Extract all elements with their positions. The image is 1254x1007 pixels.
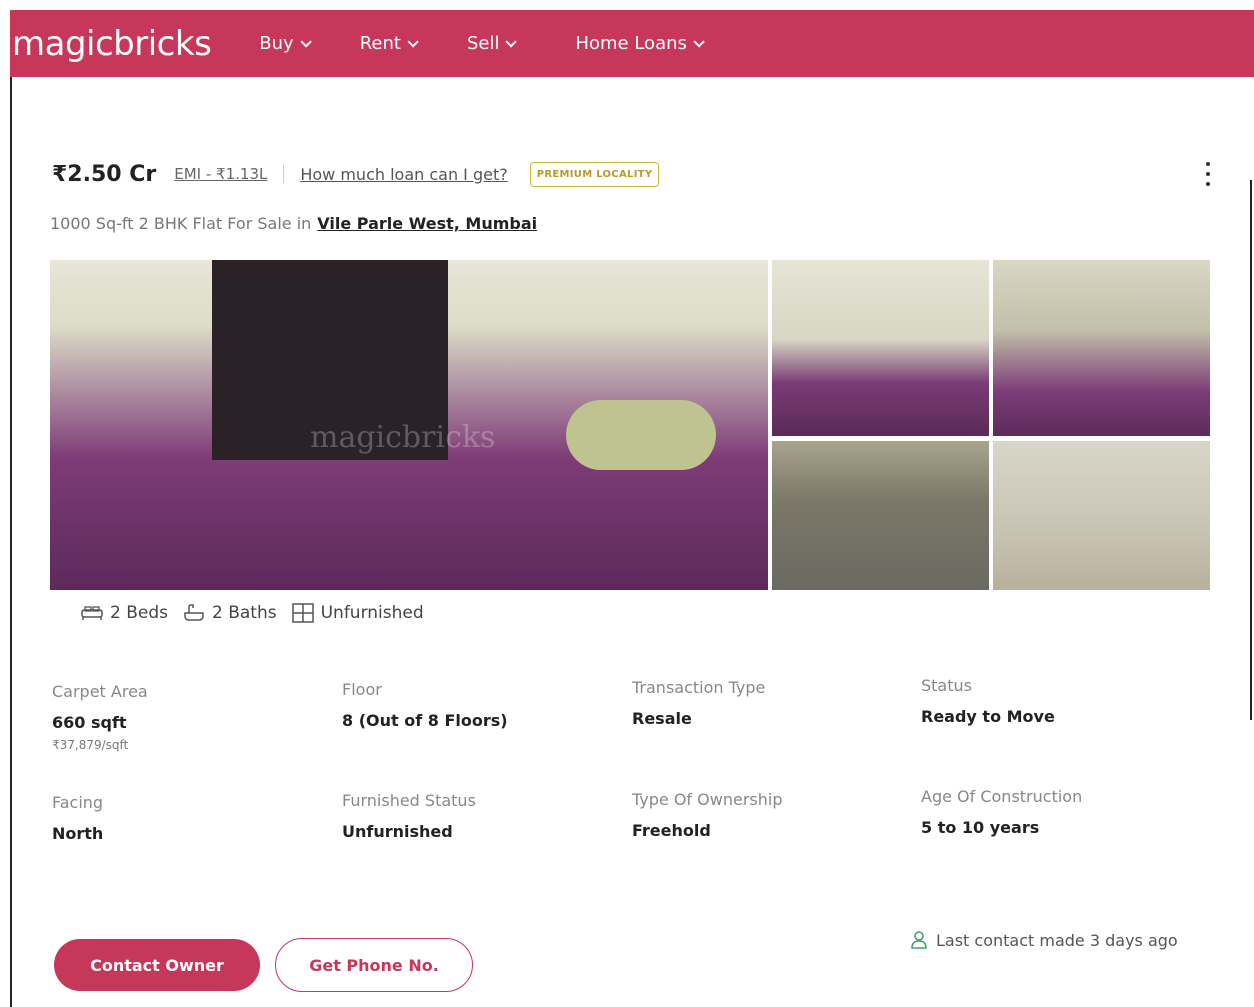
divider [283, 165, 285, 183]
contact-owner-button[interactable]: Contact Owner [54, 939, 260, 991]
thumbnail-photo[interactable] [993, 260, 1210, 436]
detail-label: Transaction Type [632, 678, 766, 697]
chevron-down-icon [505, 35, 518, 48]
price-row: ₹2.50 Cr EMI - ₹1.13L How much loan can … [52, 160, 1222, 188]
chevron-down-icon [300, 35, 312, 48]
detail-furnished-status: Furnished Status Unfurnished [342, 791, 476, 841]
listing-price: ₹2.50 Cr [52, 161, 157, 187]
nav-rent[interactable]: Rent [359, 33, 419, 54]
bed-icon [81, 606, 103, 620]
detail-status: Status Ready to Move [921, 676, 1055, 726]
last-contact-info: Last contact made 3 days ago [910, 930, 1178, 950]
more-options-icon[interactable] [1204, 160, 1212, 188]
chevron-down-icon [407, 35, 419, 48]
nav-home-loans-label: Home Loans [575, 33, 687, 54]
nav-buy-label: Buy [259, 33, 294, 54]
thumbnail-photo[interactable] [993, 441, 1210, 590]
detail-carpet-area: Carpet Area 660 sqft ₹37,879/sqft [52, 682, 148, 752]
detail-value: Unfurnished [342, 822, 453, 841]
last-contact-text: Last contact made 3 days ago [936, 930, 1178, 950]
furnishing-label: Unfurnished [320, 603, 424, 623]
main-photo[interactable]: magicbricks [50, 260, 768, 590]
detail-value[interactable]: 660 sqft [52, 713, 148, 732]
get-phone-button[interactable]: Get Phone No. [275, 938, 473, 992]
photo-detail [566, 400, 716, 470]
nav-rent-label: Rent [359, 33, 401, 54]
magicbricks-logo[interactable]: magicbricks [12, 24, 212, 64]
top-nav-bar: magicbricks Buy Rent Sell Home Loans [10, 10, 1254, 77]
furnishing-icon [291, 603, 314, 623]
spec-beds: 2 Beds [80, 603, 168, 623]
price-per-sqft: ₹37,879/sqft [52, 738, 129, 752]
detail-facing: Facing North [52, 793, 103, 843]
detail-label: Carpet Area [52, 682, 148, 701]
specs-strip: 2 Beds 2 Baths Unfurnished [72, 591, 1190, 635]
nav-home-loans[interactable]: Home Loans [575, 33, 705, 54]
photo-watermark: magicbricks [310, 420, 496, 455]
detail-label: Status [921, 676, 972, 695]
detail-label: Furnished Status [342, 791, 476, 810]
detail-label: Type Of Ownership [632, 790, 783, 809]
detail-value: Resale [632, 709, 692, 728]
loan-eligibility-link[interactable]: How much loan can I get? [300, 165, 507, 184]
beds-label: 2 Beds [110, 603, 168, 623]
detail-label: Floor [342, 680, 382, 699]
spec-furnishing: Unfurnished [291, 602, 424, 624]
thumbnail-photo[interactable] [772, 260, 989, 436]
location-link[interactable]: Vile Parle West, Mumbai [317, 214, 537, 233]
detail-label: Facing [52, 793, 104, 812]
emi-link[interactable]: EMI - ₹1.13L [174, 165, 267, 183]
detail-value: Freehold [632, 821, 711, 840]
photo-gallery: magicbricks [50, 260, 1212, 620]
frame-border [10, 77, 12, 1007]
chevron-down-icon [693, 35, 705, 48]
premium-locality-badge: PREMIUM LOCALITY [529, 161, 660, 187]
detail-ownership: Type Of Ownership Freehold [632, 790, 782, 840]
detail-value: Ready to Move [921, 707, 1055, 726]
nav-sell[interactable]: Sell [466, 33, 518, 54]
detail-floor: Floor 8 (Out of 8 Floors) [342, 680, 508, 730]
thumbnail-photo[interactable] [772, 441, 989, 590]
detail-transaction-type: Transaction Type Resale [632, 678, 765, 728]
detail-value: 5 to 10 years [921, 818, 1040, 837]
baths-label: 2 Baths [212, 603, 277, 623]
detail-age: Age Of Construction 5 to 10 years [921, 787, 1082, 837]
nav-buy[interactable]: Buy [259, 33, 312, 54]
detail-value: North [52, 824, 104, 843]
bath-icon [184, 604, 204, 621]
listing-description: 1000 Sq-ft 2 BHK Flat For Sale in [50, 214, 312, 233]
nav-sell-label: Sell [466, 33, 500, 54]
frame-border [1250, 180, 1252, 720]
spec-baths: 2 Baths [182, 603, 277, 623]
detail-value: 8 (Out of 8 Floors) [342, 711, 508, 730]
detail-label: Age Of Construction [921, 787, 1083, 806]
main-nav: Buy Rent Sell Home Loans [259, 33, 705, 54]
listing-subtitle: 1000 Sq-ft 2 BHK Flat For Sale in Vile P… [50, 214, 537, 233]
user-icon [911, 931, 927, 949]
